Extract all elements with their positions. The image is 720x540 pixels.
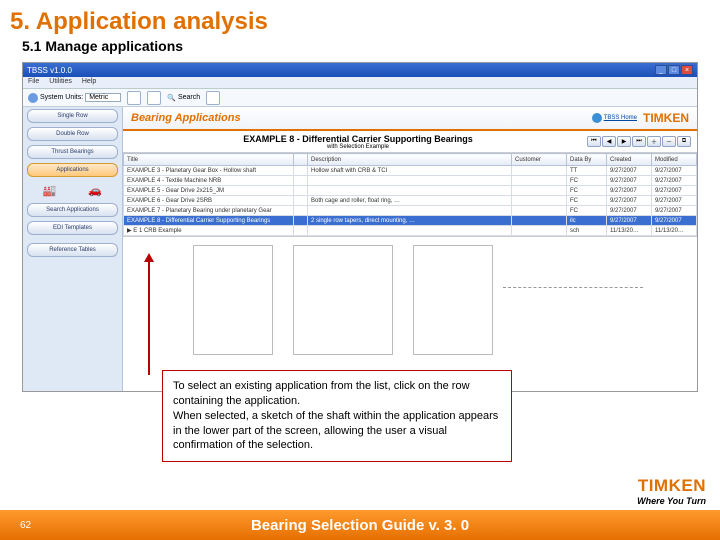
sidebar-item-single-row[interactable]: Single Row bbox=[27, 109, 118, 123]
nav-first-icon[interactable]: ⏮ bbox=[587, 136, 601, 147]
table-row[interactable]: EXAMPLE 4 - Textile Machine NRBFC9/27/20… bbox=[124, 176, 697, 186]
minimize-icon[interactable]: _ bbox=[655, 65, 667, 75]
window-titlebar: TBSS v1.0.0 _ □ × bbox=[23, 63, 697, 77]
subsection-heading: 5.1 Manage applications bbox=[0, 38, 720, 60]
tool-icon-3[interactable] bbox=[206, 91, 220, 105]
col-header[interactable] bbox=[294, 154, 308, 166]
globe-icon bbox=[592, 113, 602, 123]
sidebar-item-thrust[interactable]: Thrust Bearings bbox=[27, 145, 118, 159]
menu-utilities[interactable]: Utilities bbox=[49, 78, 72, 87]
col-header[interactable]: Data By bbox=[567, 154, 607, 166]
sidebar-item-applications[interactable]: Applications bbox=[27, 163, 118, 177]
search-label[interactable]: Search bbox=[178, 94, 200, 101]
sidebar-item-search-apps[interactable]: Search Applications bbox=[27, 203, 118, 217]
example-subtitle: with Selection Example bbox=[129, 144, 587, 150]
toolbar: System Units: Metric 🔍Search bbox=[23, 89, 697, 107]
page-number: 62 bbox=[20, 520, 31, 531]
screenshot-window: TBSS v1.0.0 _ □ × File Utilities Help Sy… bbox=[22, 62, 698, 392]
nav-last-icon[interactable]: ⏭ bbox=[632, 136, 646, 147]
window-title: TBSS v1.0.0 bbox=[27, 66, 72, 75]
table-row[interactable]: EXAMPLE 3 - Planetary Gear Box - Hollow … bbox=[124, 166, 697, 176]
sysunits-select[interactable]: Metric bbox=[85, 93, 121, 102]
globe-icon bbox=[28, 93, 38, 103]
delete-icon[interactable]: － bbox=[662, 136, 676, 147]
brand-logo: TIMKEN bbox=[643, 111, 689, 125]
sidebar: Single Row Double Row Thrust Bearings Ap… bbox=[23, 107, 123, 391]
nav-prev-icon[interactable]: ◀ bbox=[602, 136, 616, 147]
nav-next-icon[interactable]: ▶ bbox=[617, 136, 631, 147]
callout-box: To select an existing application from t… bbox=[162, 370, 512, 462]
col-header[interactable]: Modified bbox=[652, 154, 697, 166]
table-row[interactable]: EXAMPLE 8 - Differential Carrier Support… bbox=[124, 216, 697, 226]
footer: 62 Bearing Selection Guide v. 3. 0 bbox=[0, 500, 720, 540]
section-heading: 5. Application analysis bbox=[0, 0, 720, 38]
sidebar-item-edi[interactable]: EDI Templates bbox=[27, 221, 118, 235]
sysunits-label: System Units: bbox=[40, 94, 83, 101]
tool-icon-2[interactable] bbox=[147, 91, 161, 105]
col-header[interactable]: Title bbox=[124, 154, 294, 166]
home-link[interactable]: TBSS Home bbox=[592, 113, 637, 123]
table-row[interactable]: EXAMPLE 5 - Gear Drive 2x215_JMFC9/27/20… bbox=[124, 186, 697, 196]
table-row[interactable]: EXAMPLE 6 - Gear Drive 2SRBBoth cage and… bbox=[124, 196, 697, 206]
col-header[interactable]: Created bbox=[607, 154, 652, 166]
sketch-panel bbox=[123, 236, 697, 391]
content-title: Bearing Applications bbox=[131, 112, 241, 124]
tool-icon-1[interactable] bbox=[127, 91, 141, 105]
menu-bar: File Utilities Help bbox=[23, 77, 697, 89]
add-icon[interactable]: ＋ bbox=[647, 136, 661, 147]
example-title: EXAMPLE 8 - Differential Carrier Support… bbox=[129, 134, 587, 144]
menu-help[interactable]: Help bbox=[82, 78, 96, 87]
table-row[interactable]: ▶ E 1 CRB Examplesch11/13/20…11/13/20… bbox=[124, 226, 697, 236]
grid-toolbar: ⏮ ◀ ▶ ⏭ ＋ － ⧉ bbox=[587, 136, 691, 147]
content-area: Bearing Applications TBSS Home TIMKEN EX… bbox=[123, 107, 697, 391]
col-header[interactable]: Customer bbox=[512, 154, 567, 166]
table-row[interactable]: EXAMPLE 7 - Planetary Bearing under plan… bbox=[124, 206, 697, 216]
system-units-group: System Units: Metric bbox=[28, 93, 121, 103]
sidebar-item-double-row[interactable]: Double Row bbox=[27, 127, 118, 141]
applications-table[interactable]: Title DescriptionCustomerData ByCreatedMo… bbox=[123, 153, 697, 236]
footer-title: Bearing Selection Guide v. 3. 0 bbox=[251, 517, 469, 534]
copy-icon[interactable]: ⧉ bbox=[677, 136, 691, 147]
close-icon[interactable]: × bbox=[681, 65, 693, 75]
col-header[interactable]: Description bbox=[308, 154, 512, 166]
callout-arrow bbox=[148, 255, 150, 375]
menu-file[interactable]: File bbox=[28, 78, 39, 87]
maximize-icon[interactable]: □ bbox=[668, 65, 680, 75]
sidebar-item-reference[interactable]: Reference Tables bbox=[27, 243, 118, 257]
